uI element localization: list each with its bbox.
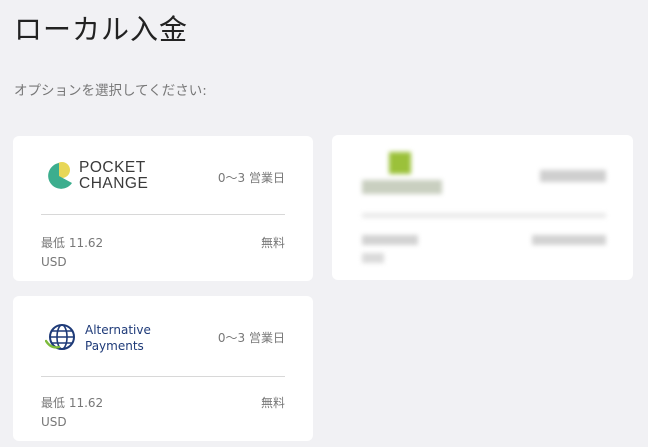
globe-icon <box>45 324 75 350</box>
blurred-logo-icon <box>389 152 411 174</box>
minimum-amount: 最低 11.62 USD <box>41 394 103 432</box>
blurred-minimum <box>362 235 418 245</box>
alternative-payments-logo: Alternative Payments <box>45 320 151 356</box>
minimum-amount: 最低 11.62 USD <box>41 234 103 272</box>
pocketchange-wordmark-line2: CHANGE <box>79 175 149 192</box>
pocketchange-wordmark: POCKET CHANGE <box>79 160 148 192</box>
alternative-payments-wordmark-line1: Alternative <box>85 323 151 337</box>
blurred-content <box>332 135 633 280</box>
processing-time: 0〜3 営業日 <box>217 331 285 345</box>
processing-time: 0〜3 営業日 <box>217 171 285 185</box>
blurred-logo-text <box>362 180 442 194</box>
page-title: ローカル入金 <box>14 13 189 46</box>
option-card-pocketchange[interactable]: POCKET CHANGE 0〜3 営業日 最低 11.62 USD 無料 <box>13 136 313 281</box>
blurred-divider <box>362 213 606 218</box>
option-card-blurred[interactable] <box>332 135 633 280</box>
minimum-label: 最低 11.62 <box>41 236 104 250</box>
divider <box>41 376 285 377</box>
divider <box>41 214 285 215</box>
blurred-time <box>540 170 606 182</box>
fee: 無料 <box>260 396 285 410</box>
pocketchange-wordmark-line1: POCKET <box>79 159 146 176</box>
alternative-payments-wordmark: Alternative Payments <box>85 322 151 354</box>
minimum-currency: USD <box>41 255 67 269</box>
alternative-payments-wordmark-line2: Payments <box>85 339 144 353</box>
page: ローカル入金 オプションを選択してください: POCKET CHANGE 0〜3… <box>0 0 648 447</box>
page-subtitle: オプションを選択してください: <box>14 83 207 99</box>
option-card-alternative-payments[interactable]: Alternative Payments 0〜3 営業日 最低 11.62 US… <box>13 296 313 441</box>
blurred-fee <box>532 235 606 245</box>
minimum-currency: USD <box>41 415 67 429</box>
pocketchange-logo: POCKET CHANGE <box>45 158 148 194</box>
pocketchange-icon <box>48 162 72 189</box>
blurred-currency <box>362 253 384 263</box>
minimum-label: 最低 11.62 <box>41 396 104 410</box>
fee: 無料 <box>260 236 285 250</box>
